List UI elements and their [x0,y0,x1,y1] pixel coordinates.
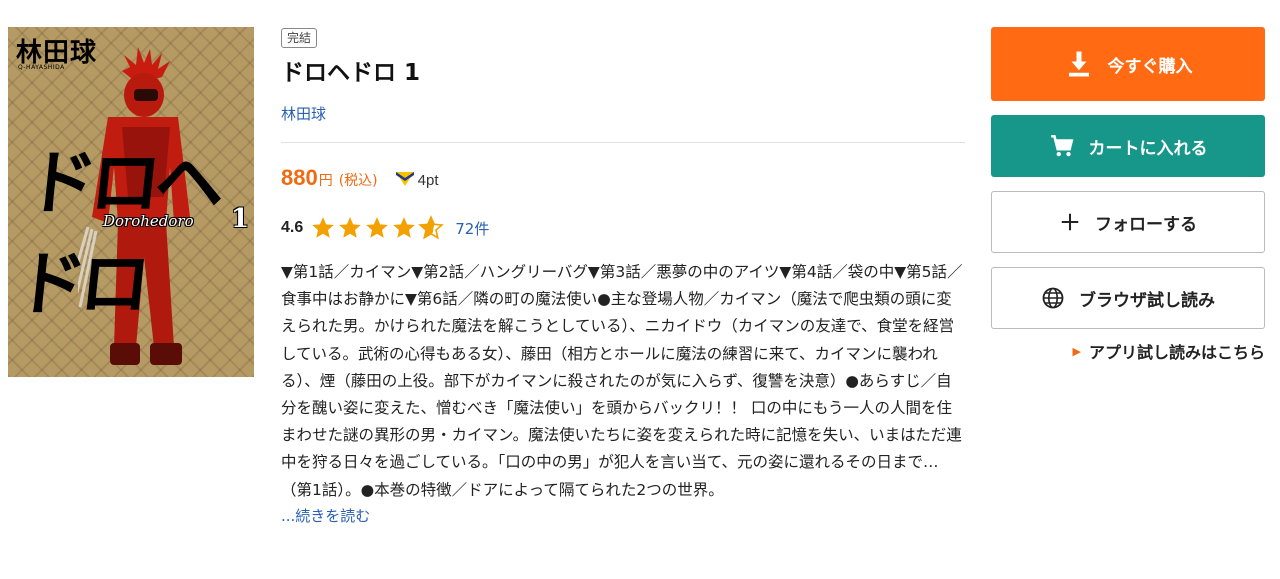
download-icon [1068,51,1089,77]
add-to-cart-button[interactable]: カートに入れる [991,115,1265,177]
rating-value: 4.6 [281,219,304,236]
status-badge: 完結 [281,28,318,48]
page-title: ドロヘドロ 1 [281,60,421,86]
author-link[interactable]: 林田球 [281,104,326,124]
browser-preview-label: ブラウザ試し読み [1079,290,1215,311]
star-half-icon [418,215,445,240]
follow-button[interactable]: フォローする [991,191,1265,253]
app-preview-link[interactable]: ▶ アプリ試し読みはこちら [991,339,1265,363]
buy-now-label: 今すぐ購入 [1107,56,1193,77]
cover-image[interactable]: 林田球 Q-HAYASHIDA ドロヘドロ Dorohedoro 1 [8,27,254,377]
cover-subtitle: Dorohedoro [103,212,194,230]
tax-label: (税込) [338,173,378,189]
star-icon [366,217,389,238]
star-icon [339,217,362,238]
cover-volume: 1 [231,204,250,234]
globe-icon [1042,287,1064,309]
price-value: 880 [281,165,318,190]
read-more-link[interactable]: ...続きを読む [281,504,965,528]
star-icon [393,217,416,238]
follow-label: フォローする [1095,214,1197,235]
description: ▼第1話／カイマン▼第2話／ハングリーバグ▼第3話／悪夢の中のアイツ▼第4話／袋… [281,263,963,499]
browser-preview-button[interactable]: ブラウザ試し読み [991,267,1265,329]
points-value: 4pt [417,172,439,189]
triangle-right-icon: ▶ [1072,344,1081,358]
divider [281,142,965,143]
action-panel: 今すぐ購入 カートに入れる フォローする ブラウザ試し読み ▶ アプリ試し読みは… [991,27,1265,363]
rating-row: 4.6 72件 [281,215,965,241]
review-count-link[interactable]: 72件 [455,218,489,239]
point-icon [395,172,414,186]
add-to-cart-label: カートに入れる [1088,138,1208,159]
star-rating [310,215,445,241]
price-unit: 円 [318,173,333,189]
plus-icon [1061,213,1079,231]
cart-icon [1050,134,1073,157]
app-preview-label: アプリ試し読みはこちら [1088,343,1265,362]
price-row: 880 円 (税込) 4pt [281,165,965,193]
cover-author-romaji: Q-HAYASHIDA [18,64,65,71]
star-icon [312,217,335,238]
buy-now-button[interactable]: 今すぐ購入 [991,27,1265,101]
product-info: 完結 ドロヘドロ 1 林田球 880 円 (税込) 4pt 4.6 72件 ▼第… [281,27,965,528]
